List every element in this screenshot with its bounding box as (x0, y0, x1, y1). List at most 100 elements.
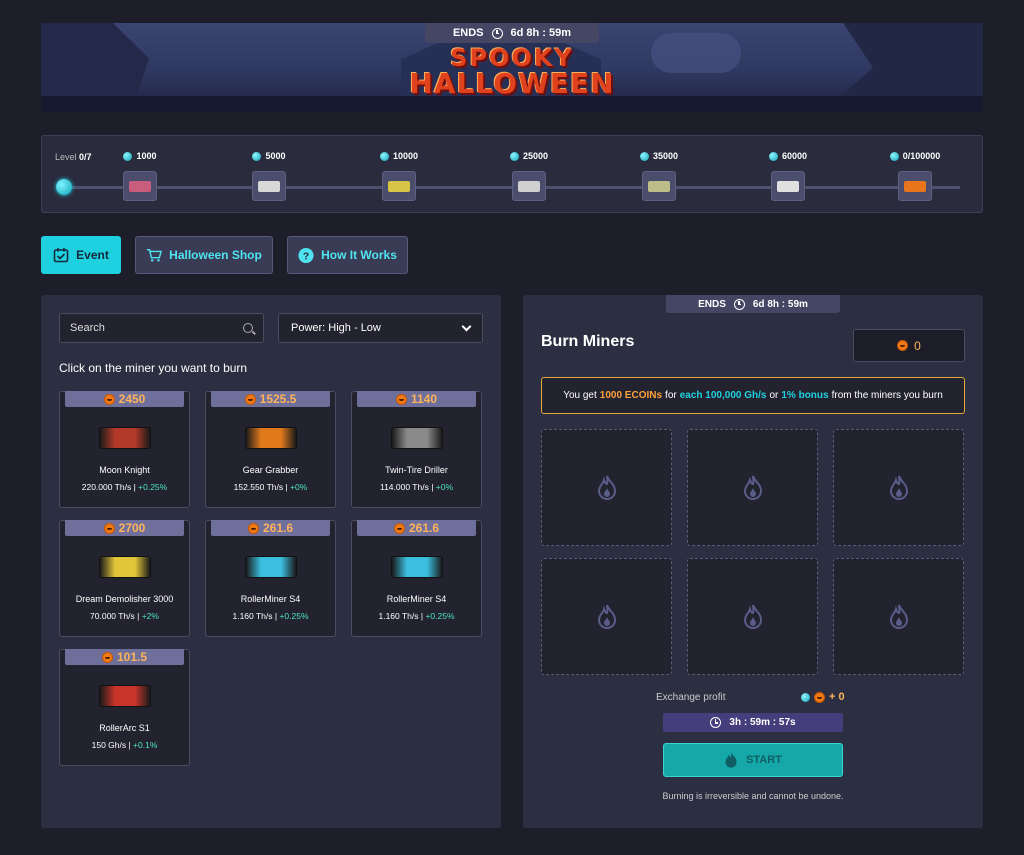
milestone-2[interactable]: 5000 (229, 150, 309, 201)
question-icon: ? (298, 247, 314, 263)
miner-bonus: +0% (290, 482, 308, 492)
milestone-amount: 35000 (652, 151, 679, 161)
milestone-reward-box[interactable] (771, 171, 805, 201)
miner-power: 152.550 Th/s | +0% (233, 482, 308, 492)
tab-halloween-shop[interactable]: Halloween Shop (135, 236, 273, 274)
sort-select[interactable]: Power: High - Low (278, 313, 483, 343)
info-rate: each 100,000 Gh/s (679, 390, 767, 401)
coin-icon (889, 151, 899, 161)
miner-card[interactable]: 1525.5 Gear Grabber 152.550 Th/s | +0% (205, 391, 336, 508)
milestone-reward-box[interactable] (642, 171, 676, 201)
burn-slot[interactable] (687, 429, 818, 546)
milestone-amount: 25000 (522, 151, 549, 161)
miner-bonus: +0% (435, 482, 454, 492)
miner-card[interactable]: 2700 Dream Demolisher 3000 70.000 Th/s |… (59, 520, 190, 637)
search-icon (243, 323, 253, 333)
miner-power-value: 114.000 Th/s (379, 482, 429, 492)
burn-slot[interactable] (833, 429, 964, 546)
miner-power: 70.000 Th/s | +2% (90, 611, 159, 621)
banner-title: SPOOKY HALLOWEEN (41, 45, 983, 98)
milestone-reward-box[interactable] (252, 171, 286, 201)
progress-orb-icon (56, 179, 72, 195)
clock-icon (710, 717, 722, 728)
miner-card[interactable]: 2450 Moon Knight 220.000 Th/s | +0.25% (59, 391, 190, 508)
milestone-amount: 60000 (781, 151, 808, 161)
miner-icon (98, 556, 151, 578)
burn-info-banner: You get 1000 ECOINs for each 100,000 Gh/… (541, 377, 965, 414)
milestone-reward-box[interactable] (123, 171, 157, 201)
reward-miner-icon (777, 180, 799, 192)
reward-miner-icon (904, 180, 926, 192)
miner-power: 150 Gh/s | +0.1% (91, 740, 158, 750)
pumpkin-icon (103, 393, 115, 405)
miner-icon (98, 685, 151, 707)
milestone-7[interactable]: 0/100000 (875, 150, 955, 201)
miner-selection-panel: Power: High - Low Click on the miner you… (41, 295, 501, 828)
milestone-label: 25000 (489, 150, 569, 162)
miner-card[interactable]: 261.6 RollerMiner S4 1.160 Th/s | +0.25% (205, 520, 336, 637)
miner-price-value: 1140 (410, 392, 438, 406)
search-input[interactable] (70, 322, 230, 334)
miner-image (60, 678, 189, 714)
burn-warning: Burning is irreversible and cannot be un… (662, 791, 844, 801)
reward-miner-icon (518, 180, 540, 192)
start-button[interactable]: START (663, 743, 843, 777)
flame-icon (725, 751, 737, 768)
milestone-label: 35000 (619, 150, 699, 162)
miner-bonus: +2% (141, 611, 159, 621)
coin-icon (639, 151, 649, 161)
miner-name: Dream Demolisher 3000 (75, 594, 174, 604)
exchange-value-text: + 0 (829, 691, 845, 703)
miner-power-value: 150 Gh/s (91, 740, 127, 750)
reward-miner-icon (129, 180, 151, 192)
flame-icon (743, 475, 762, 500)
info-prefix: You get (563, 390, 597, 401)
tab-how-it-works[interactable]: ? How It Works (287, 236, 408, 274)
level-value: 0/7 (79, 152, 92, 162)
coin-icon (768, 151, 778, 161)
miner-image (352, 420, 481, 456)
milestone-4[interactable]: 25000 (489, 150, 569, 201)
flame-icon (889, 604, 908, 629)
search-field[interactable] (59, 313, 264, 343)
miner-card[interactable]: 261.6 RollerMiner S4 1.160 Th/s | +0.25% (351, 520, 482, 637)
burn-slot[interactable] (833, 558, 964, 675)
info-bonus: 1% bonus (781, 390, 829, 401)
miner-card[interactable]: 101.5 RollerArc S1 150 Gh/s | +0.1% (59, 649, 190, 766)
coin-icon (379, 151, 389, 161)
miner-price: 2450 (65, 391, 184, 407)
miner-price-value: 1525.5 (259, 392, 297, 406)
tab-shop-label: Halloween Shop (169, 248, 262, 262)
milestone-reward-box[interactable] (512, 171, 546, 201)
miner-name: Moon Knight (99, 465, 150, 475)
info-for: for (665, 390, 677, 401)
calendar-check-icon (53, 247, 69, 263)
milestone-label: 60000 (748, 150, 828, 162)
miner-card[interactable]: 1140 Twin-Tire Driller 114.000 Th/s | +0… (351, 391, 482, 508)
counter-value: 0 (914, 338, 921, 353)
milestone-reward-box[interactable] (898, 171, 932, 201)
miner-power-value: 1.160 Th/s (378, 611, 419, 621)
pumpkin-counter: 0 (853, 329, 965, 362)
start-label: START (746, 754, 782, 766)
miner-name: RollerMiner S4 (386, 594, 447, 604)
info-amount: 1000 ECOINs (599, 390, 663, 401)
pumpkin-icon (393, 522, 405, 534)
tab-event[interactable]: Event (41, 236, 121, 274)
miner-bonus: +0.25% (279, 611, 309, 621)
milestone-3[interactable]: 10000 (359, 150, 439, 201)
pumpkin-icon (103, 522, 115, 534)
milestone-reward-box[interactable] (382, 171, 416, 201)
burn-slot[interactable] (541, 429, 672, 546)
flame-icon (743, 604, 762, 629)
exchange-profit-label: Exchange profit (656, 692, 726, 703)
milestone-1[interactable]: 1000 (100, 150, 180, 201)
burn-slot[interactable] (541, 558, 672, 675)
ends-label: ENDS (452, 27, 484, 39)
tab-event-label: Event (76, 248, 109, 262)
milestone-6[interactable]: 60000 (748, 150, 828, 201)
miner-name: Twin-Tire Driller (385, 465, 448, 475)
burn-slot[interactable] (687, 558, 818, 675)
milestone-5[interactable]: 35000 (619, 150, 699, 201)
level-progress: Level 0/7 1000 5000 10000 25000 35000 60… (41, 135, 983, 213)
